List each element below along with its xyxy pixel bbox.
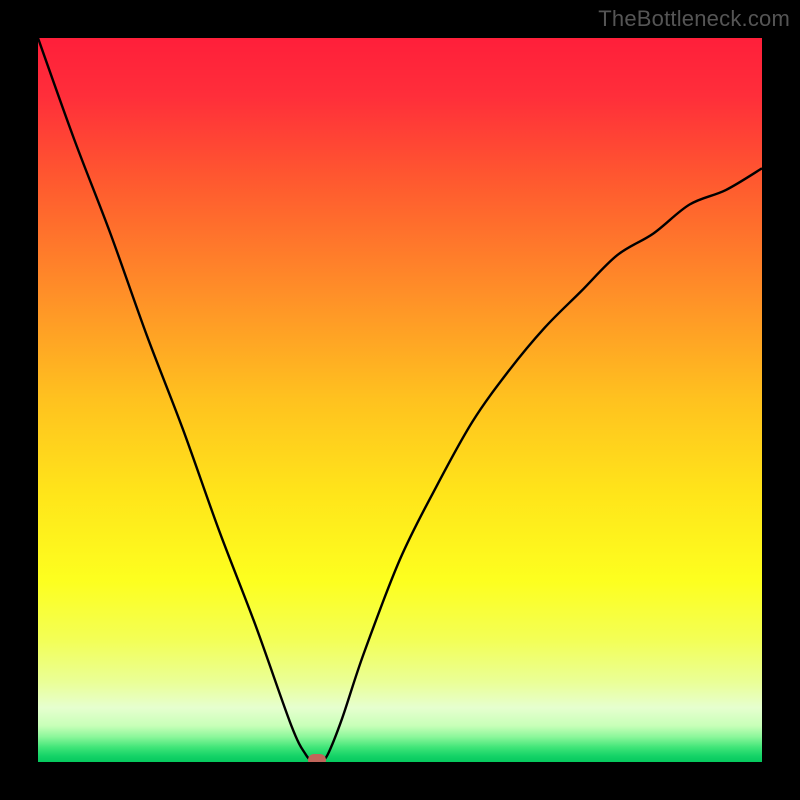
chart-frame: TheBottleneck.com xyxy=(0,0,800,800)
plot-area xyxy=(38,38,762,762)
watermark-text: TheBottleneck.com xyxy=(598,6,790,32)
optimal-point-marker xyxy=(308,754,326,762)
bottleneck-curve xyxy=(38,38,762,762)
